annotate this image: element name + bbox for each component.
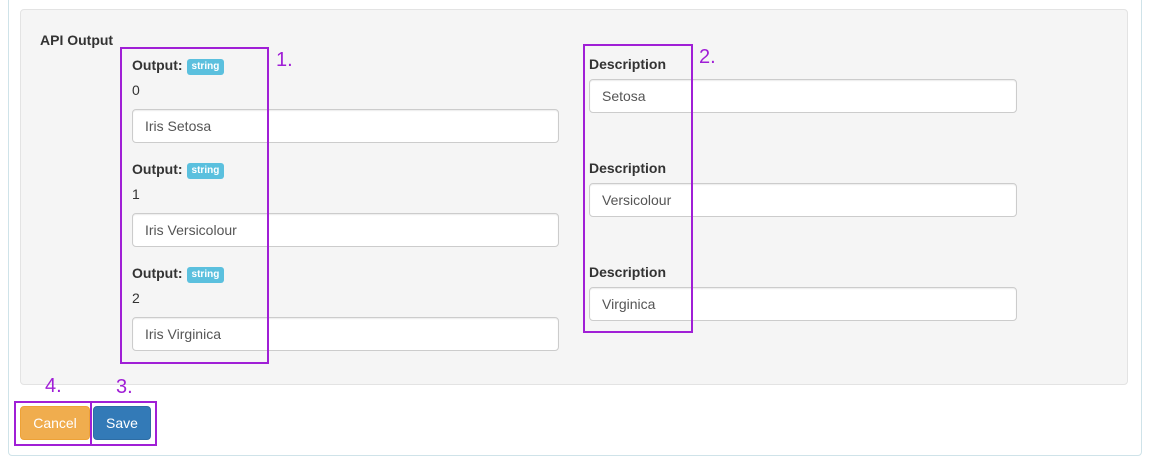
type-badge: string (186, 163, 225, 179)
output-value-field-0[interactable] (132, 109, 559, 143)
type-badge: string (186, 267, 225, 283)
output-label-text: Output: (132, 265, 183, 281)
cancel-button[interactable]: Cancel (20, 406, 90, 440)
description-field-0[interactable] (589, 79, 1017, 113)
description-label-2: Description (589, 264, 667, 280)
output-index-1: 1 (132, 186, 140, 202)
output-label-1: Output: string (132, 161, 225, 179)
output-index-2: 2 (132, 290, 140, 306)
save-button[interactable]: Save (93, 406, 151, 440)
output-value-field-2[interactable] (132, 317, 559, 351)
output-label-2: Output: string (132, 265, 225, 283)
description-field-1[interactable] (589, 183, 1017, 217)
output-label-text: Output: (132, 57, 183, 73)
output-label-text: Output: (132, 161, 183, 177)
output-value-field-1[interactable] (132, 213, 559, 247)
annotation-label-2: 2. (699, 46, 716, 68)
description-label-0: Description (589, 56, 667, 72)
type-badge: string (186, 59, 225, 75)
description-field-2[interactable] (589, 287, 1017, 321)
annotation-label-4: 4. (45, 375, 62, 397)
section-title: API Output (40, 32, 114, 48)
output-label-0: Output: string (132, 57, 225, 75)
annotation-label-1: 1. (276, 49, 293, 71)
description-label-1: Description (589, 160, 667, 176)
annotation-label-3: 3. (116, 376, 133, 398)
output-index-0: 0 (132, 82, 140, 98)
